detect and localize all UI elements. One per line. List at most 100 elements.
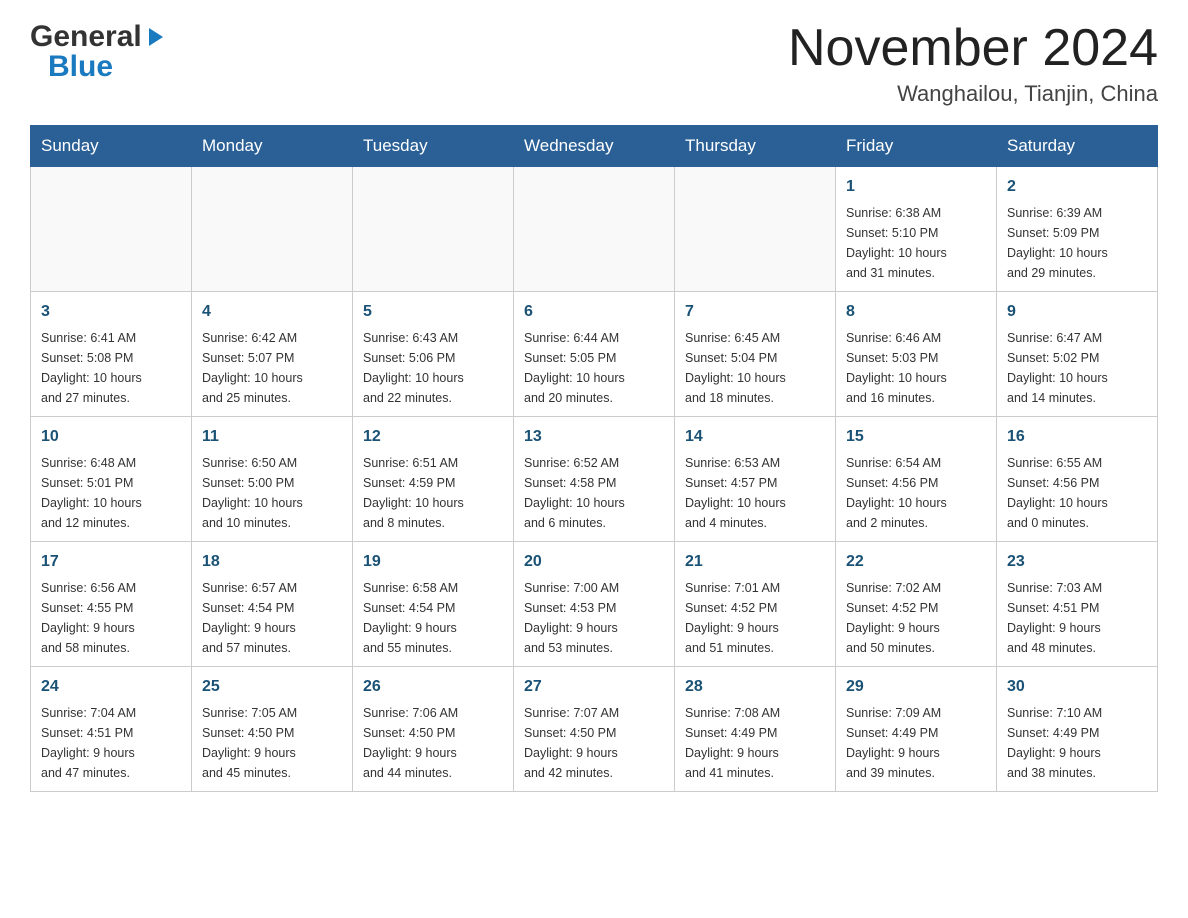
- week-row-3: 10 Sunrise: 6:48 AM Sunset: 5:01 PM Dayli…: [31, 417, 1158, 542]
- weekday-header-friday: Friday: [836, 126, 997, 167]
- day-number: 7: [685, 300, 825, 324]
- calendar-cell: 13Sunrise: 6:52 AM Sunset: 4:58 PM Dayli…: [514, 417, 675, 542]
- day-info: Sunrise: 6:39 AM Sunset: 5:09 PM Dayligh…: [1007, 203, 1147, 283]
- weekday-header-row: SundayMondayTuesdayWednesdayThursdayFrid…: [31, 126, 1158, 167]
- weekday-header-tuesday: Tuesday: [353, 126, 514, 167]
- day-number: 21: [685, 550, 825, 574]
- day-info: Sunrise: 6:56 AM Sunset: 4:55 PM Dayligh…: [41, 578, 181, 658]
- calendar-cell: 9 Sunrise: 6:47 AM Sunset: 5:02 PM Daylig…: [997, 292, 1158, 417]
- day-number: 16: [1007, 425, 1147, 449]
- calendar-cell: 8 Sunrise: 6:46 AM Sunset: 5:03 PM Daylig…: [836, 292, 997, 417]
- calendar-cell: 4Sunrise: 6:42 AM Sunset: 5:07 PM Daylig…: [192, 292, 353, 417]
- calendar-cell: 14Sunrise: 6:53 AM Sunset: 4:57 PM Dayli…: [675, 417, 836, 542]
- weekday-header-wednesday: Wednesday: [514, 126, 675, 167]
- week-row-1: 1 Sunrise: 6:38 AM Sunset: 5:10 PM Daylig…: [31, 167, 1158, 292]
- day-info: Sunrise: 6:48 AM Sunset: 5:01 PM Dayligh…: [41, 453, 181, 533]
- day-number: 14: [685, 425, 825, 449]
- day-number: 15: [846, 425, 986, 449]
- weekday-header-thursday: Thursday: [675, 126, 836, 167]
- calendar-cell: 22 Sunrise: 7:02 AM Sunset: 4:52 PM Dayli…: [836, 542, 997, 667]
- day-info: Sunrise: 7:00 AM Sunset: 4:53 PM Dayligh…: [524, 578, 664, 658]
- weekday-header-saturday: Saturday: [997, 126, 1158, 167]
- calendar-cell: 27Sunrise: 7:07 AM Sunset: 4:50 PM Dayli…: [514, 667, 675, 792]
- calendar-cell: 3 Sunrise: 6:41 AM Sunset: 5:08 PM Daylig…: [31, 292, 192, 417]
- day-number: 23: [1007, 550, 1147, 574]
- calendar-cell: 10 Sunrise: 6:48 AM Sunset: 5:01 PM Dayli…: [31, 417, 192, 542]
- calendar-cell: [514, 167, 675, 292]
- calendar-cell: 24 Sunrise: 7:04 AM Sunset: 4:51 PM Dayli…: [31, 667, 192, 792]
- day-info: Sunrise: 7:08 AM Sunset: 4:49 PM Dayligh…: [685, 703, 825, 783]
- title-block: November 2024 Wanghailou, Tianjin, China: [788, 20, 1158, 107]
- calendar-cell: 5Sunrise: 6:43 AM Sunset: 5:06 PM Daylig…: [353, 292, 514, 417]
- calendar-cell: 25 Sunrise: 7:05 AM Sunset: 4:50 PM Dayli…: [192, 667, 353, 792]
- day-info: Sunrise: 7:05 AM Sunset: 4:50 PM Dayligh…: [202, 703, 342, 783]
- day-info: Sunrise: 6:44 AM Sunset: 5:05 PM Dayligh…: [524, 328, 664, 408]
- calendar-cell: 7 Sunrise: 6:45 AM Sunset: 5:04 PM Daylig…: [675, 292, 836, 417]
- day-info: Sunrise: 7:03 AM Sunset: 4:51 PM Dayligh…: [1007, 578, 1147, 658]
- day-number: 4: [202, 300, 342, 324]
- calendar-cell: 23 Sunrise: 7:03 AM Sunset: 4:51 PM Dayli…: [997, 542, 1158, 667]
- day-info: Sunrise: 7:07 AM Sunset: 4:50 PM Dayligh…: [524, 703, 664, 783]
- day-info: Sunrise: 6:57 AM Sunset: 4:54 PM Dayligh…: [202, 578, 342, 658]
- calendar-cell: 30Sunrise: 7:10 AM Sunset: 4:49 PM Dayli…: [997, 667, 1158, 792]
- day-info: Sunrise: 6:51 AM Sunset: 4:59 PM Dayligh…: [363, 453, 503, 533]
- logo-arrow-icon: [145, 26, 167, 53]
- day-number: 18: [202, 550, 342, 574]
- day-number: 19: [363, 550, 503, 574]
- day-number: 22: [846, 550, 986, 574]
- day-info: Sunrise: 6:47 AM Sunset: 5:02 PM Dayligh…: [1007, 328, 1147, 408]
- calendar-cell: [675, 167, 836, 292]
- day-info: Sunrise: 7:01 AM Sunset: 4:52 PM Dayligh…: [685, 578, 825, 658]
- day-info: Sunrise: 6:55 AM Sunset: 4:56 PM Dayligh…: [1007, 453, 1147, 533]
- logo: General Blue: [30, 20, 167, 84]
- day-number: 25: [202, 675, 342, 699]
- day-number: 26: [363, 675, 503, 699]
- calendar-cell: 21 Sunrise: 7:01 AM Sunset: 4:52 PM Dayli…: [675, 542, 836, 667]
- weekday-header-sunday: Sunday: [31, 126, 192, 167]
- calendar-cell: 26 Sunrise: 7:06 AM Sunset: 4:50 PM Dayli…: [353, 667, 514, 792]
- day-number: 2: [1007, 175, 1147, 199]
- day-number: 8: [846, 300, 986, 324]
- weekday-header-monday: Monday: [192, 126, 353, 167]
- day-number: 29: [846, 675, 986, 699]
- day-info: Sunrise: 7:04 AM Sunset: 4:51 PM Dayligh…: [41, 703, 181, 783]
- week-row-4: 17Sunrise: 6:56 AM Sunset: 4:55 PM Dayli…: [31, 542, 1158, 667]
- day-info: Sunrise: 6:54 AM Sunset: 4:56 PM Dayligh…: [846, 453, 986, 533]
- calendar-cell: [31, 167, 192, 292]
- day-number: 1: [846, 175, 986, 199]
- day-number: 5: [363, 300, 503, 324]
- page-header: General Blue November 2024 Wanghailou, T…: [30, 20, 1158, 107]
- month-title: November 2024: [788, 20, 1158, 77]
- calendar-cell: 20 Sunrise: 7:00 AM Sunset: 4:53 PM Dayli…: [514, 542, 675, 667]
- calendar-table: SundayMondayTuesdayWednesdayThursdayFrid…: [30, 125, 1158, 792]
- calendar-cell: 18 Sunrise: 6:57 AM Sunset: 4:54 PM Dayli…: [192, 542, 353, 667]
- day-info: Sunrise: 6:41 AM Sunset: 5:08 PM Dayligh…: [41, 328, 181, 408]
- logo-blue-text: Blue: [48, 50, 113, 84]
- day-info: Sunrise: 6:45 AM Sunset: 5:04 PM Dayligh…: [685, 328, 825, 408]
- day-number: 9: [1007, 300, 1147, 324]
- day-number: 6: [524, 300, 664, 324]
- week-row-5: 24 Sunrise: 7:04 AM Sunset: 4:51 PM Dayli…: [31, 667, 1158, 792]
- calendar-cell: [353, 167, 514, 292]
- calendar-cell: 15 Sunrise: 6:54 AM Sunset: 4:56 PM Dayli…: [836, 417, 997, 542]
- week-row-2: 3 Sunrise: 6:41 AM Sunset: 5:08 PM Daylig…: [31, 292, 1158, 417]
- day-number: 24: [41, 675, 181, 699]
- day-info: Sunrise: 6:38 AM Sunset: 5:10 PM Dayligh…: [846, 203, 986, 283]
- calendar-cell: 19Sunrise: 6:58 AM Sunset: 4:54 PM Dayli…: [353, 542, 514, 667]
- day-info: Sunrise: 7:10 AM Sunset: 4:49 PM Dayligh…: [1007, 703, 1147, 783]
- calendar-cell: 6 Sunrise: 6:44 AM Sunset: 5:05 PM Daylig…: [514, 292, 675, 417]
- calendar-cell: 16 Sunrise: 6:55 AM Sunset: 4:56 PM Dayli…: [997, 417, 1158, 542]
- day-number: 3: [41, 300, 181, 324]
- day-info: Sunrise: 6:46 AM Sunset: 5:03 PM Dayligh…: [846, 328, 986, 408]
- day-info: Sunrise: 7:02 AM Sunset: 4:52 PM Dayligh…: [846, 578, 986, 658]
- day-info: Sunrise: 7:06 AM Sunset: 4:50 PM Dayligh…: [363, 703, 503, 783]
- day-number: 11: [202, 425, 342, 449]
- calendar-cell: 1 Sunrise: 6:38 AM Sunset: 5:10 PM Daylig…: [836, 167, 997, 292]
- day-number: 20: [524, 550, 664, 574]
- location-title: Wanghailou, Tianjin, China: [788, 81, 1158, 107]
- day-info: Sunrise: 7:09 AM Sunset: 4:49 PM Dayligh…: [846, 703, 986, 783]
- calendar-cell: 17Sunrise: 6:56 AM Sunset: 4:55 PM Dayli…: [31, 542, 192, 667]
- day-number: 10: [41, 425, 181, 449]
- calendar-cell: [192, 167, 353, 292]
- calendar-cell: 29 Sunrise: 7:09 AM Sunset: 4:49 PM Dayli…: [836, 667, 997, 792]
